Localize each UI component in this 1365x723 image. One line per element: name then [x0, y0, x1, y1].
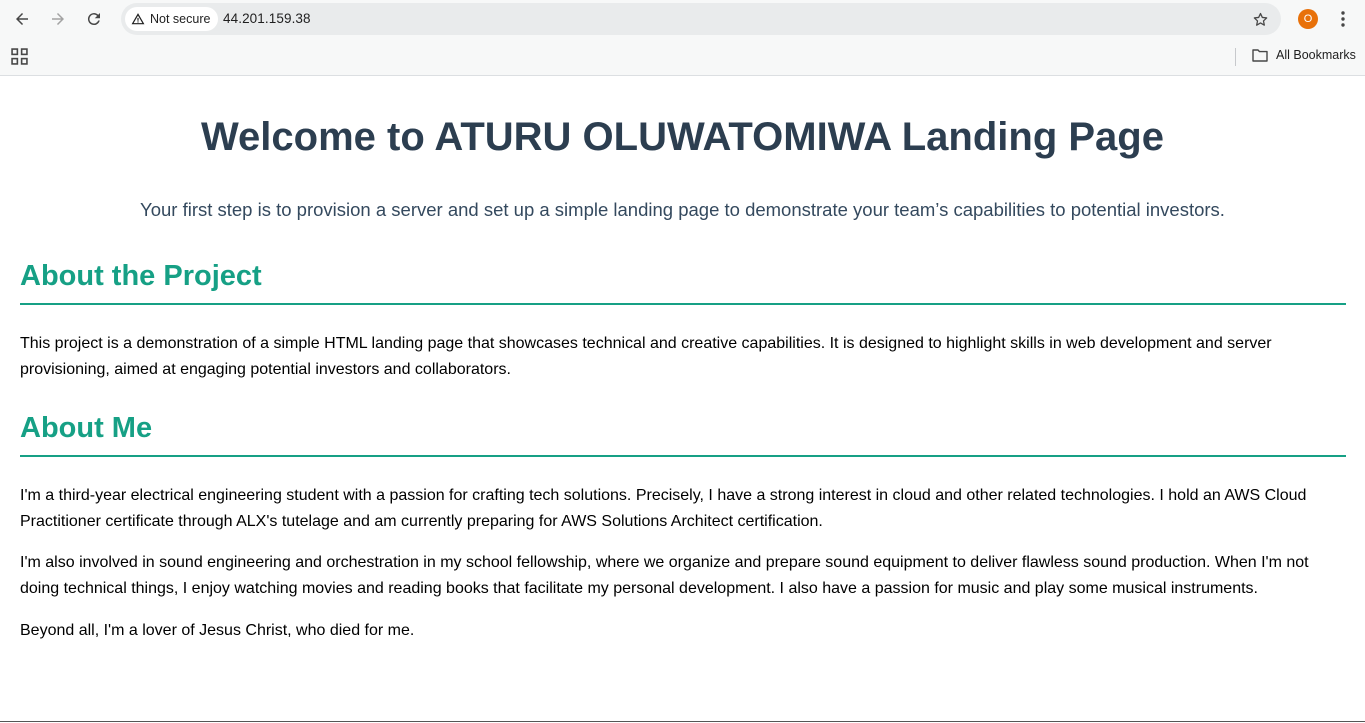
bookmark-star-button[interactable]	[1249, 8, 1271, 30]
apps-grid-icon[interactable]	[11, 48, 28, 65]
profile-avatar-button[interactable]: O	[1298, 9, 1318, 29]
project-description: This project is a demonstration of a sim…	[20, 335, 1272, 378]
reload-icon	[87, 13, 100, 26]
folder-icon	[1252, 49, 1268, 62]
address-bar[interactable]: Not secure 44.201.159.38	[121, 3, 1281, 35]
all-bookmarks-label: All Bookmarks	[1276, 48, 1356, 62]
star-icon	[1253, 12, 1267, 26]
browser-menu-button[interactable]	[1333, 9, 1353, 29]
reload-button[interactable]	[80, 5, 108, 33]
back-button[interactable]	[8, 5, 36, 33]
page-content: Welcome to ATURU OLUWATOMIWA Landing Pag…	[0, 77, 1365, 722]
page-subtitle: Your first step is to provision a server…	[140, 199, 1225, 220]
security-indicator[interactable]: Not secure	[125, 7, 219, 31]
warning-icon	[131, 13, 145, 25]
browser-toolbar: Not secure 44.201.159.38 O	[0, 0, 1365, 38]
all-bookmarks-button[interactable]: All Bookmarks	[1252, 48, 1356, 62]
about-me-paragraph-2: I'm also involved in sound engineering a…	[20, 554, 1309, 597]
section-heading-about-project: About the Project	[20, 260, 1346, 305]
kebab-menu-icon	[1341, 11, 1345, 27]
forward-button[interactable]	[44, 5, 72, 33]
bookmarks-divider	[1235, 48, 1236, 66]
arrow-left-icon	[16, 13, 28, 25]
page-title: Welcome to ATURU OLUWATOMIWA Landing Pag…	[201, 115, 1164, 159]
about-me-paragraph-1: I'm a third-year electrical engineering …	[20, 487, 1307, 530]
security-label: Not secure	[150, 12, 211, 26]
section-heading-about-me: About Me	[20, 412, 1346, 457]
url-text[interactable]: 44.201.159.38	[223, 11, 311, 26]
bookmarks-bar: All Bookmarks	[0, 38, 1365, 76]
arrow-right-icon	[52, 13, 64, 25]
about-me-paragraph-3: Beyond all, I'm a lover of Jesus Christ,…	[20, 622, 415, 639]
